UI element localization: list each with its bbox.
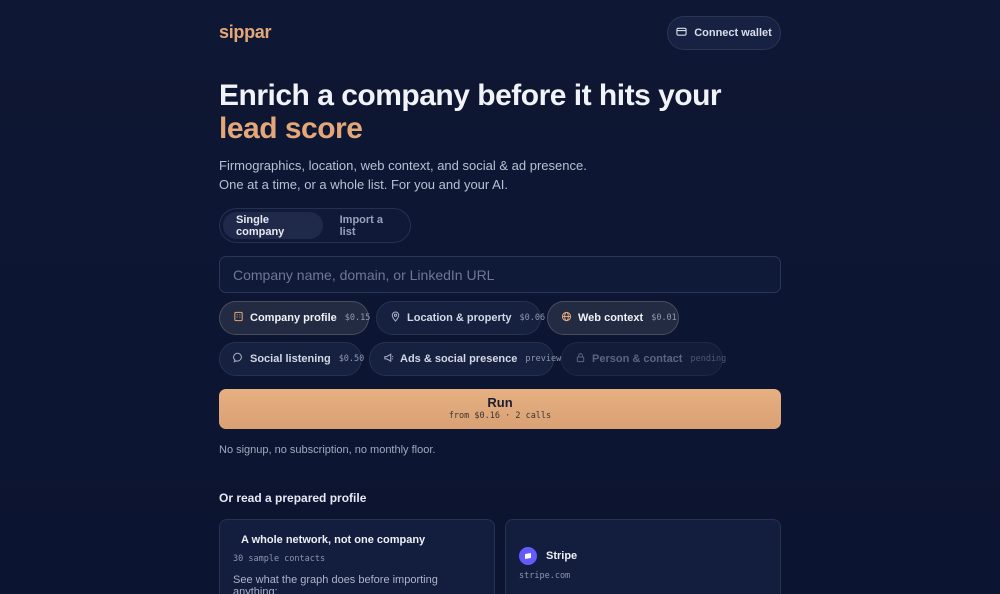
chip-price: preview — [525, 354, 562, 364]
card-subtitle: 30 sample contacts — [233, 554, 326, 564]
chip-web-context[interactable]: Web context $0.01 — [547, 301, 679, 335]
card-subtitle: stripe.com — [519, 571, 571, 581]
run-button[interactable]: Run from $0.16 · 2 calls — [219, 389, 781, 429]
connect-wallet-button[interactable]: Connect wallet — [667, 16, 781, 50]
chip-label: Person & contact — [592, 353, 683, 365]
chip-social-listening[interactable]: Social listening $0.50 — [219, 342, 365, 376]
wallet-icon — [676, 26, 687, 40]
page-title-main: Enrich a company before it hits your — [219, 79, 722, 112]
chip-price: $0.50 — [338, 354, 365, 364]
tab-single-company[interactable]: Single company — [223, 212, 323, 239]
brand-logo[interactable]: sippar — [219, 22, 272, 43]
building-icon — [233, 311, 244, 325]
globe-icon — [561, 311, 572, 325]
mode-tabs: Single company Import a list — [219, 208, 411, 243]
company-search-input[interactable] — [219, 256, 781, 293]
chip-price: pending — [690, 354, 727, 364]
chip-price: $0.06 — [519, 313, 546, 323]
chip-person-contact: Person & contact pending — [561, 342, 727, 376]
page-title-accent: lead score — [219, 112, 363, 145]
page-title: Enrich a company before it hits your lea… — [219, 79, 779, 145]
pricing-note: No signup, no subscription, no monthly f… — [219, 444, 436, 456]
connect-wallet-label: Connect wallet — [694, 27, 772, 39]
chip-label: Company profile — [250, 312, 337, 324]
prepared-profiles-heading: Or read a prepared profile — [219, 491, 367, 505]
run-meta: from $0.16 · 2 calls — [448, 411, 552, 421]
chip-price: $0.01 — [651, 313, 677, 323]
stripe-logo-icon — [519, 547, 537, 565]
prepared-card-stripe[interactable]: Stripe stripe.com — [505, 519, 781, 594]
chip-label: Location & property — [407, 312, 512, 324]
chip-label: Social listening — [250, 353, 331, 365]
chat-icon — [233, 352, 244, 366]
card-title: A whole network, not one company — [241, 534, 426, 546]
chip-price: $0.15 — [344, 313, 371, 323]
chip-label: Ads & social presence — [400, 353, 518, 365]
prepared-card-network[interactable]: A whole network, not one company 30 samp… — [219, 519, 495, 594]
lock-icon — [575, 352, 586, 366]
chip-company-profile[interactable]: Company profile $0.15 — [219, 301, 371, 335]
megaphone-icon — [383, 352, 394, 366]
chip-label: Web context — [578, 312, 644, 324]
chip-location-property[interactable]: Location & property $0.06 — [376, 301, 545, 335]
page-subtitle: Firmographics, location, web context, an… — [219, 158, 587, 192]
card-description: See what the graph does before importing… — [233, 574, 438, 594]
pin-icon — [390, 311, 401, 325]
card-title: Stripe — [546, 550, 578, 562]
chip-ads-social-presence[interactable]: Ads & social presence preview — [369, 342, 561, 376]
tab-import-list[interactable]: Import a list — [327, 212, 407, 239]
page-container: sippar Connect wallet Enrich a company b… — [219, 0, 781, 594]
run-label: Run — [487, 395, 513, 410]
